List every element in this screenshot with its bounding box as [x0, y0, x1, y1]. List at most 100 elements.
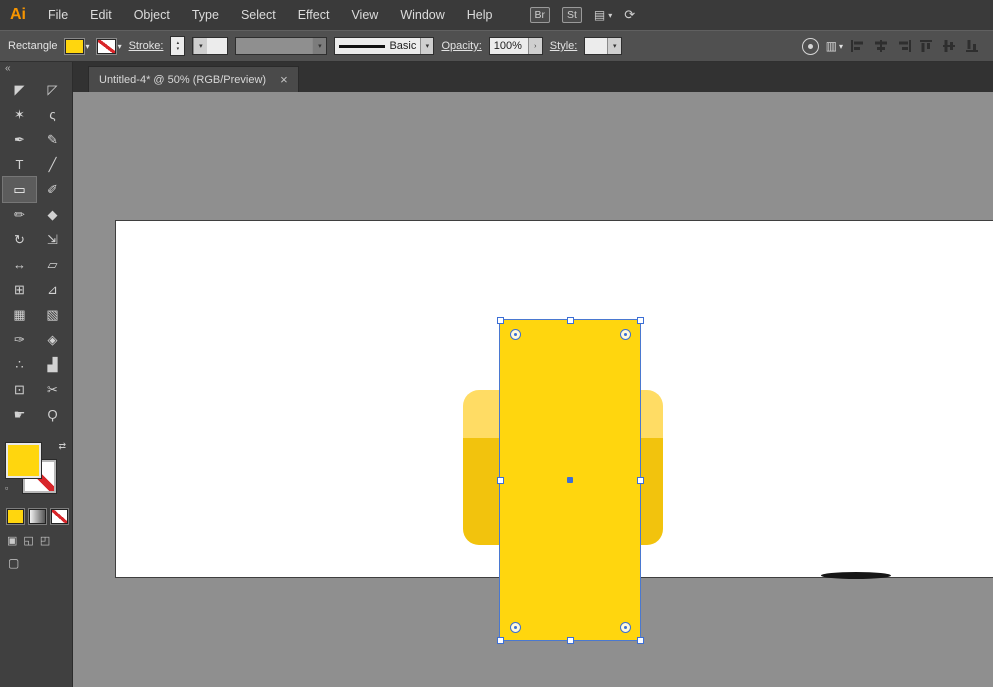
- handle-middle-right[interactable]: [637, 477, 644, 484]
- scale-tool[interactable]: ⇲: [36, 227, 69, 252]
- color-button[interactable]: [7, 509, 24, 524]
- style-dropdown[interactable]: ▾: [584, 37, 622, 55]
- perspective-grid-tool[interactable]: ⊿: [36, 277, 69, 302]
- stroke-weight-stepper[interactable]: ▴ ▾: [170, 36, 185, 56]
- style-label[interactable]: Style:: [550, 40, 578, 52]
- align-center-horizontal-button[interactable]: [873, 39, 889, 53]
- lasso-tool[interactable]: ς: [36, 102, 69, 127]
- magic-wand-tool[interactable]: ✶: [3, 102, 36, 127]
- direct-selection-tool[interactable]: ◸: [36, 77, 69, 102]
- menu-object[interactable]: Object: [123, 8, 181, 22]
- blend-tool[interactable]: ◈: [36, 327, 69, 352]
- sync-icon[interactable]: ⟳: [624, 7, 635, 23]
- handle-top-left[interactable]: [497, 317, 504, 324]
- chevron-down-icon[interactable]: ▾: [193, 38, 207, 54]
- draw-normal-icon[interactable]: ▣: [7, 534, 17, 547]
- draw-behind-icon[interactable]: ◱: [23, 534, 33, 547]
- collapse-panel-icon[interactable]: «: [5, 63, 11, 74]
- curvature-tool[interactable]: ✎: [36, 127, 69, 152]
- align-left-button[interactable]: [850, 39, 866, 53]
- swap-fill-stroke-icon[interactable]: ⇄: [58, 441, 66, 452]
- handle-middle-left[interactable]: [497, 477, 504, 484]
- chevron-down-icon: ▾: [839, 42, 843, 51]
- fill-color-control[interactable]: ▾: [65, 39, 90, 54]
- menu-window[interactable]: Window: [389, 8, 455, 22]
- close-tab-icon[interactable]: ×: [280, 73, 288, 86]
- zoom-tool[interactable]: Ϙ: [36, 402, 69, 427]
- menu-edit[interactable]: Edit: [79, 8, 123, 22]
- chevron-down-icon[interactable]: ▾: [420, 38, 433, 54]
- align-bottom-button[interactable]: [965, 39, 981, 53]
- illustrator-logo[interactable]: Ai: [0, 6, 37, 24]
- eraser-tool[interactable]: ◆: [36, 202, 69, 227]
- workspace-switcher[interactable]: ▤ ▾: [594, 8, 612, 22]
- type-tool[interactable]: T: [3, 152, 36, 177]
- menu-type[interactable]: Type: [181, 8, 230, 22]
- handle-top-right[interactable]: [637, 317, 644, 324]
- pencil-icon: ✏: [14, 207, 25, 223]
- corner-widget-top-right[interactable]: [620, 329, 631, 340]
- line-segment-tool[interactable]: ╱: [36, 152, 69, 177]
- default-fill-stroke-icon[interactable]: ▫: [5, 483, 8, 493]
- recolor-artwork-icon[interactable]: [802, 38, 819, 55]
- handle-bottom-middle[interactable]: [567, 637, 574, 644]
- stroke-weight-dropdown[interactable]: ▾: [192, 37, 228, 55]
- selection-tool[interactable]: ◤: [3, 77, 36, 102]
- opacity-value[interactable]: 100%: [490, 40, 528, 52]
- stepper-down-icon[interactable]: ▾: [177, 46, 180, 52]
- eyedropper-tool[interactable]: ✑: [3, 327, 36, 352]
- menu-file[interactable]: File: [37, 8, 79, 22]
- opacity-field[interactable]: 100% ›: [489, 37, 543, 55]
- screen-mode-icon[interactable]: ▢: [8, 556, 19, 570]
- rotate-tool[interactable]: ↻: [3, 227, 36, 252]
- none-button[interactable]: [51, 509, 68, 524]
- gradient-tool[interactable]: ▧: [36, 302, 69, 327]
- chevron-down-icon: ▾: [118, 42, 122, 51]
- corner-widget-top-left[interactable]: [510, 329, 521, 340]
- shape-builder-tool[interactable]: ⊞: [3, 277, 36, 302]
- mesh-tool[interactable]: ▦: [3, 302, 36, 327]
- brush-definition-dropdown[interactable]: Basic ▾: [334, 37, 434, 55]
- align-right-button[interactable]: [896, 39, 912, 53]
- menu-select[interactable]: Select: [230, 8, 287, 22]
- menu-help[interactable]: Help: [456, 8, 504, 22]
- handle-bottom-right[interactable]: [637, 637, 644, 644]
- stroke-color-control[interactable]: ▾: [97, 39, 122, 54]
- center-anchor-point[interactable]: [567, 477, 573, 483]
- chevron-down-icon[interactable]: ▾: [607, 38, 621, 54]
- width-tool[interactable]: ↔: [3, 252, 36, 277]
- free-transform-tool[interactable]: ▱: [36, 252, 69, 277]
- corner-widget-bottom-left[interactable]: [510, 622, 521, 633]
- bridge-button[interactable]: Br: [530, 7, 551, 23]
- perspective-grid-icon: ⊿: [47, 282, 58, 298]
- align-center-vertical-button[interactable]: [942, 39, 958, 53]
- hand-tool[interactable]: ☛: [3, 402, 36, 427]
- pencil-tool[interactable]: ✏: [3, 202, 36, 227]
- handle-top-middle[interactable]: [567, 317, 574, 324]
- canvas[interactable]: [73, 92, 993, 687]
- opacity-label[interactable]: Opacity:: [441, 40, 481, 52]
- fill-swatch[interactable]: [6, 443, 41, 478]
- rectangle-tool[interactable]: ▭: [3, 177, 36, 202]
- align-to-dropdown[interactable]: ▥ ▾: [826, 39, 843, 53]
- gradient-button[interactable]: [29, 509, 46, 524]
- stroke-none-swatch-icon: [97, 39, 116, 54]
- symbol-sprayer-tool[interactable]: ∴: [3, 352, 36, 377]
- artboard-tool[interactable]: ⊡: [3, 377, 36, 402]
- pen-tool[interactable]: ✒: [3, 127, 36, 152]
- paintbrush-tool[interactable]: ✐: [36, 177, 69, 202]
- menu-effect[interactable]: Effect: [287, 8, 341, 22]
- stroke-weight-label[interactable]: Stroke:: [129, 40, 164, 52]
- align-top-button[interactable]: [919, 39, 935, 53]
- draw-inside-icon[interactable]: ◰: [40, 534, 50, 547]
- column-graph-tool[interactable]: ▟: [36, 352, 69, 377]
- gradient-icon: ▧: [46, 307, 58, 323]
- document-tab[interactable]: Untitled-4* @ 50% (RGB/Preview) ×: [88, 66, 299, 92]
- corner-widget-bottom-right[interactable]: [620, 622, 631, 633]
- slice-tool[interactable]: ✂: [36, 377, 69, 402]
- small-dark-ellipse[interactable]: [821, 572, 891, 579]
- menu-view[interactable]: View: [340, 8, 389, 22]
- chevron-right-icon[interactable]: ›: [528, 38, 542, 54]
- handle-bottom-left[interactable]: [497, 637, 504, 644]
- stock-button[interactable]: St: [562, 7, 582, 23]
